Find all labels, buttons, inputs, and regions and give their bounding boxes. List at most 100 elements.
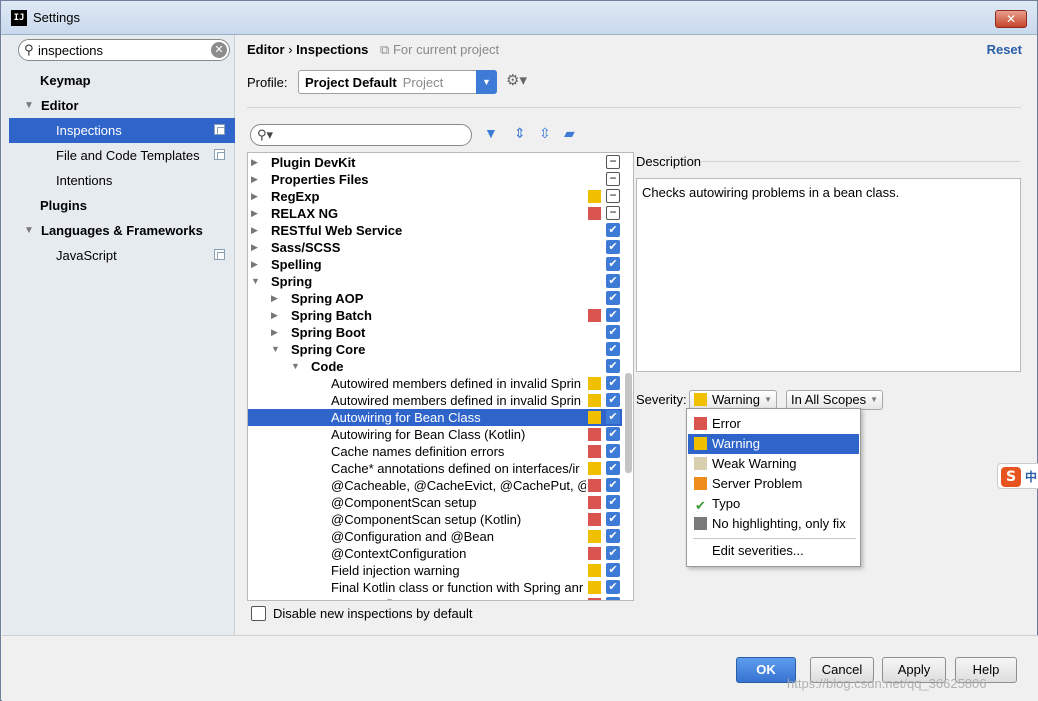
sidebar-item-inspections[interactable]: Inspections	[9, 118, 235, 143]
expand-arrow-icon[interactable]: ▶	[251, 239, 258, 256]
enable-checkbox[interactable]: ✔	[606, 291, 620, 305]
enable-checkbox[interactable]: −	[606, 189, 620, 203]
enable-checkbox[interactable]: ✔	[606, 580, 620, 594]
tree-row[interactable]: ▶ RegExp −	[248, 188, 622, 205]
enable-checkbox[interactable]: ✔	[606, 546, 620, 560]
tree-row[interactable]: ▼ Spring Core ✔	[248, 341, 622, 358]
tree-row[interactable]: Final Kotlin class or function with Spri…	[248, 579, 622, 596]
tree-row[interactable]: ▶ Spelling ✔	[248, 256, 622, 273]
menu-item-error[interactable]: Error	[688, 414, 859, 434]
enable-checkbox[interactable]: ✔	[606, 393, 620, 407]
tree-row[interactable]: Cache names definition errors ✔	[248, 443, 622, 460]
tree-row[interactable]: ▶ RESTful Web Service ✔	[248, 222, 622, 239]
sidebar-item-file-templates[interactable]: File and Code Templates	[9, 143, 235, 168]
enable-checkbox[interactable]: ✔	[606, 325, 620, 339]
enable-checkbox[interactable]: −	[606, 172, 620, 186]
expand-arrow-icon[interactable]: ▶	[271, 290, 278, 307]
enable-checkbox[interactable]: ✔	[606, 495, 620, 509]
expand-arrow-icon[interactable]: ▶	[271, 324, 278, 341]
enable-checkbox[interactable]: ✔	[606, 257, 620, 271]
edit-severities-item[interactable]: Edit severities...	[712, 543, 804, 558]
sidebar-item-plugins[interactable]: Plugins	[40, 193, 230, 218]
enable-checkbox[interactable]: ✔	[606, 274, 620, 288]
tree-row[interactable]: Autowiring for Bean Class ✔	[248, 409, 622, 426]
tree-row[interactable]: @ComponentScan setup ✔	[248, 494, 622, 511]
menu-item-warning[interactable]: Warning	[688, 434, 859, 454]
tree-row[interactable]: ▶ RELAX NG −	[248, 205, 622, 222]
expand-all-icon[interactable]: ⇕	[514, 125, 526, 142]
enable-checkbox[interactable]: ✔	[606, 223, 620, 237]
tree-row[interactable]: ▶ Sass/SCSS ✔	[248, 239, 622, 256]
checkbox[interactable]	[251, 606, 266, 621]
enable-checkbox[interactable]: ✔	[606, 359, 620, 373]
tree-row[interactable]: ▶ Spring AOP ✔	[248, 290, 622, 307]
reset-link[interactable]: Reset	[987, 42, 1022, 57]
enable-checkbox[interactable]: ✔	[606, 512, 620, 526]
enable-checkbox[interactable]: ✔	[606, 342, 620, 356]
tree-row[interactable]: Autowiring for Bean Class (Kotlin) ✔	[248, 426, 622, 443]
menu-item-weak-warning[interactable]: Weak Warning	[688, 454, 859, 474]
sidebar-item-editor[interactable]: ▼ Editor	[10, 93, 230, 118]
severity-select[interactable]: Warning ▼	[689, 390, 777, 410]
tree-row[interactable]: ▼ Spring ✔	[248, 273, 622, 290]
tree-row[interactable]: Java Config ✔	[248, 596, 622, 600]
tree-row[interactable]: Cache* annotations defined on interfaces…	[248, 460, 622, 477]
enable-checkbox[interactable]: ✔	[606, 461, 620, 475]
collapse-arrow-icon[interactable]: ▼	[291, 358, 300, 375]
expand-arrow-icon[interactable]: ▶	[251, 188, 258, 205]
tree-row[interactable]: @ComponentScan setup (Kotlin) ✔	[248, 511, 622, 528]
enable-checkbox[interactable]: −	[606, 206, 620, 220]
reset-to-default-icon[interactable]: ▰	[564, 125, 575, 142]
tree-row[interactable]: Autowired members defined in invalid Spr…	[248, 375, 622, 392]
tree-row[interactable]: @ContextConfiguration ✔	[248, 545, 622, 562]
enable-checkbox[interactable]: ✔	[606, 563, 620, 577]
collapse-arrow-icon[interactable]: ▼	[271, 341, 280, 358]
enable-checkbox[interactable]: ✔	[606, 240, 620, 254]
clear-search-icon[interactable]: ✕	[211, 42, 227, 58]
inspection-filter-input[interactable]: ⚲▾	[250, 124, 472, 146]
expand-arrow-icon[interactable]: ▶	[251, 205, 258, 222]
menu-item-server-problem[interactable]: Server Problem	[688, 474, 859, 494]
tree-row[interactable]: ▶ Spring Batch ✔	[248, 307, 622, 324]
tree-row[interactable]: ▶ Properties Files −	[248, 171, 622, 188]
enable-checkbox[interactable]: ✔	[606, 308, 620, 322]
chevron-down-icon[interactable]: ▼	[476, 70, 497, 94]
sidebar-item-intentions[interactable]: Intentions	[9, 168, 235, 193]
enable-checkbox[interactable]: ✔	[606, 478, 620, 492]
expand-arrow-icon[interactable]: ▼	[24, 93, 34, 118]
tree-row[interactable]: Field injection warning ✔	[248, 562, 622, 579]
sidebar-item-languages-frameworks[interactable]: ▼ Languages & Frameworks	[10, 218, 230, 243]
sidebar-item-keymap[interactable]: Keymap	[40, 68, 230, 93]
ime-widget[interactable]: S 中	[997, 463, 1038, 489]
enable-checkbox[interactable]: ✔	[606, 597, 620, 600]
expand-arrow-icon[interactable]: ▶	[251, 171, 258, 188]
tree-row[interactable]: ▶ Plugin DevKit −	[248, 154, 622, 171]
tree-row[interactable]: Autowired members defined in invalid Spr…	[248, 392, 622, 409]
tree-row[interactable]: @Cacheable, @CacheEvict, @CachePut, @C ✔	[248, 477, 622, 494]
expand-arrow-icon[interactable]: ▶	[251, 154, 258, 171]
enable-checkbox[interactable]: −	[606, 155, 620, 169]
gear-icon[interactable]: ⚙▾	[506, 71, 527, 89]
tree-scrollbar[interactable]	[625, 373, 632, 473]
close-button[interactable]: ✕	[995, 10, 1027, 28]
expand-arrow-icon[interactable]: ▶	[251, 256, 258, 273]
profile-select[interactable]: Project Default Project ▼	[298, 70, 497, 94]
tree-row[interactable]: ▶ Spring Boot ✔	[248, 324, 622, 341]
tree-row[interactable]: @Configuration and @Bean ✔	[248, 528, 622, 545]
enable-checkbox[interactable]: ✔	[606, 376, 620, 390]
enable-checkbox[interactable]: ✔	[606, 427, 620, 441]
menu-item-typo[interactable]: ✔ Typo	[688, 494, 859, 514]
settings-search-input[interactable]: ⚲ inspections ✕	[18, 39, 230, 61]
expand-arrow-icon[interactable]: ▶	[251, 222, 258, 239]
enable-checkbox[interactable]: ✔	[606, 444, 620, 458]
sidebar-item-javascript[interactable]: JavaScript	[9, 243, 235, 268]
enable-checkbox[interactable]: ✔	[606, 529, 620, 543]
tree-row[interactable]: ▼ Code ✔	[248, 358, 622, 375]
collapse-arrow-icon[interactable]: ▼	[251, 273, 260, 290]
menu-item-no-highlighting[interactable]: No highlighting, only fix	[688, 514, 859, 534]
filter-icon[interactable]: ▼	[484, 125, 498, 141]
expand-arrow-icon[interactable]: ▼	[24, 218, 34, 243]
expand-arrow-icon[interactable]: ▶	[271, 307, 278, 324]
collapse-all-icon[interactable]: ⇳	[539, 125, 551, 142]
enable-checkbox[interactable]: ✔	[606, 410, 620, 424]
